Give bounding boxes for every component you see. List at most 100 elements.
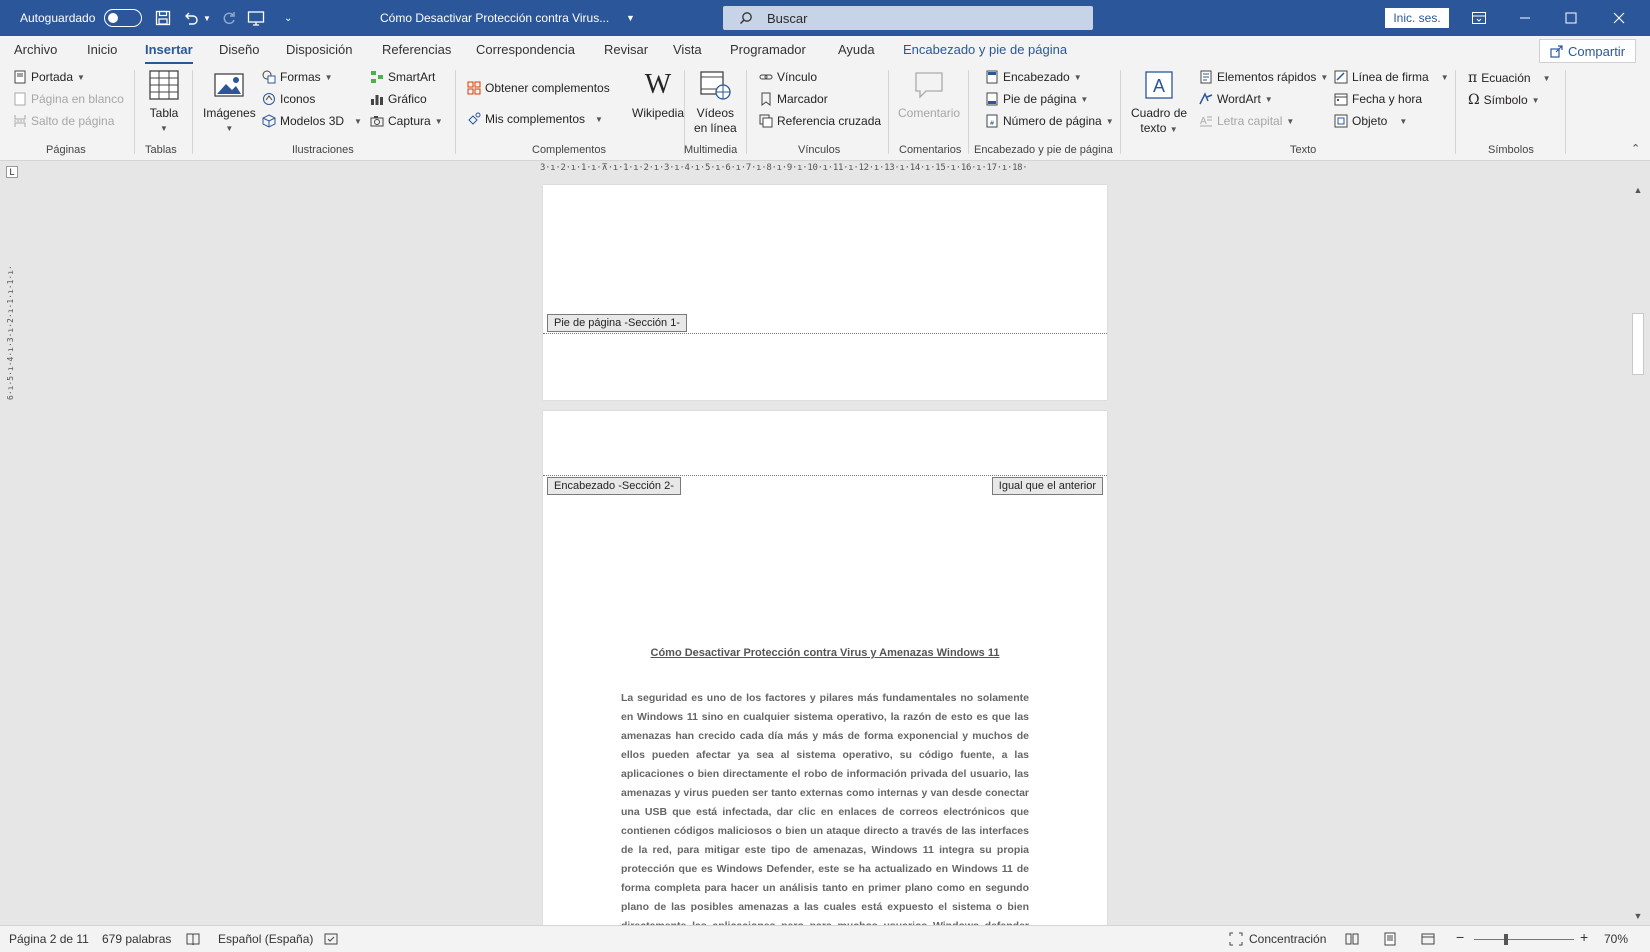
linea-de-firma-button[interactable]: Línea de firma ▼ bbox=[1334, 70, 1449, 84]
tabla-button[interactable]: Tabla ▼ bbox=[147, 68, 181, 136]
horizontal-ruler[interactable]: 3·ı·2·ı·1·ı·⊼·ı·1·ı·2·ı·3·ı·4·ı·5·ı·6·ı·… bbox=[540, 163, 1104, 177]
zoom-slider-thumb[interactable] bbox=[1504, 934, 1508, 945]
wordart-button[interactable]: WordArt ▼ bbox=[1199, 92, 1273, 106]
scrollbar-thumb[interactable] bbox=[1632, 313, 1644, 375]
customize-qat-icon[interactable]: ⌄ bbox=[284, 0, 292, 36]
elementos-rapidos-button[interactable]: Elementos rápidos ▼ bbox=[1199, 70, 1328, 84]
captura-button[interactable]: Captura ▼ bbox=[370, 114, 443, 128]
videos-en-linea-button[interactable]: Vídeos en línea bbox=[694, 68, 737, 136]
language[interactable]: Español (España) bbox=[218, 932, 313, 946]
page-1[interactable]: Pie de página -Sección 1- bbox=[543, 185, 1107, 400]
tab-selector[interactable]: L bbox=[6, 166, 18, 178]
mis-complementos-button[interactable]: Mis complementos ▼ bbox=[467, 112, 603, 126]
formas-label: Formas bbox=[280, 70, 321, 84]
simbolo-button[interactable]: Ω Símbolo ▼ bbox=[1468, 92, 1540, 108]
undo-icon[interactable] bbox=[183, 0, 199, 36]
encabezado-button[interactable]: Encabezado ▼ bbox=[985, 70, 1082, 84]
focus-label: Concentración bbox=[1249, 932, 1327, 946]
present-icon[interactable] bbox=[247, 0, 265, 36]
zoom-out-icon[interactable]: − bbox=[1456, 929, 1464, 945]
tab-encabezado-pie[interactable]: Encabezado y pie de página bbox=[903, 42, 1067, 57]
focus-button[interactable]: Concentración bbox=[1229, 932, 1326, 946]
videos-label-2: en línea bbox=[694, 121, 737, 135]
referencia-cruzada-button[interactable]: Referencia cruzada bbox=[759, 114, 881, 128]
numero-de-pagina-button[interactable]: # Número de página ▼ bbox=[985, 114, 1114, 128]
ribbon-separator bbox=[968, 70, 969, 154]
online-video-icon bbox=[700, 71, 731, 100]
print-layout-icon[interactable] bbox=[1383, 932, 1397, 946]
fecha-y-hora-label: Fecha y hora bbox=[1352, 92, 1423, 106]
objeto-button[interactable]: Objeto ▼ bbox=[1334, 114, 1407, 128]
title-dropdown-icon[interactable]: ▼ bbox=[626, 0, 635, 36]
vinculo-button[interactable]: Vínculo bbox=[759, 70, 817, 84]
smartart-button[interactable]: SmartArt bbox=[370, 70, 435, 84]
page-count[interactable]: Página 2 de 11 bbox=[9, 932, 89, 946]
signin-button[interactable]: Inic. ses. bbox=[1385, 8, 1449, 28]
wikipedia-button[interactable]: W Wikipedia bbox=[632, 68, 684, 121]
imagenes-button[interactable]: Imágenes ▼ bbox=[203, 68, 256, 136]
iconos-button[interactable]: Iconos bbox=[262, 92, 315, 106]
fecha-y-hora-button[interactable]: Fecha y hora bbox=[1334, 92, 1422, 106]
tab-revisar[interactable]: Revisar bbox=[604, 42, 648, 57]
search-placeholder: Buscar bbox=[767, 10, 808, 26]
salto-de-pagina-button[interactable]: Salto de página bbox=[13, 114, 114, 128]
autosave-toggle[interactable] bbox=[104, 0, 142, 36]
scroll-down-icon[interactable]: ▼ bbox=[1630, 911, 1646, 925]
group-label-complementos: Complementos bbox=[532, 144, 606, 156]
document-heading[interactable]: Cómo Desactivar Protección contra Virus … bbox=[543, 647, 1107, 659]
share-label: Compartir bbox=[1567, 43, 1626, 59]
scroll-up-icon[interactable]: ▲ bbox=[1630, 185, 1646, 199]
signature-line-icon bbox=[1334, 70, 1348, 84]
vertical-ruler[interactable]: 6·ı·5·ı·4·ı·3·ı·2·ı·1·ı·1·ı· bbox=[6, 185, 18, 400]
marcador-button[interactable]: Marcador bbox=[759, 92, 828, 106]
tab-archivo[interactable]: Archivo bbox=[14, 42, 57, 57]
vertical-scrollbar[interactable]: ▲ ▼ bbox=[1630, 185, 1646, 925]
obtener-complementos-button[interactable]: Obtener complementos bbox=[467, 81, 610, 95]
tab-insertar[interactable]: Insertar bbox=[145, 42, 193, 65]
menu-bar: Archivo Inicio Insertar Diseño Disposici… bbox=[0, 36, 1650, 65]
pie-de-pagina-button[interactable]: Pie de página ▼ bbox=[985, 92, 1088, 106]
tab-diseno[interactable]: Diseño bbox=[219, 42, 259, 57]
zoom-in-icon[interactable]: + bbox=[1580, 929, 1588, 945]
ecuacion-button[interactable]: π Ecuación ▼ bbox=[1468, 70, 1551, 86]
zoom-slider[interactable] bbox=[1474, 939, 1574, 940]
read-mode-icon[interactable] bbox=[1345, 932, 1359, 946]
undo-dropdown-icon[interactable]: ▼ bbox=[203, 0, 211, 36]
search-box[interactable]: Buscar bbox=[723, 6, 1093, 30]
tab-inicio[interactable]: Inicio bbox=[87, 42, 117, 57]
drop-cap-icon: A bbox=[1200, 116, 1212, 127]
tab-vista[interactable]: Vista bbox=[673, 42, 702, 57]
status-bar: Página 2 de 11 679 palabras Español (Esp… bbox=[0, 925, 1650, 952]
collapse-ribbon-icon[interactable]: ⌃ bbox=[1631, 142, 1640, 155]
tab-disposicion[interactable]: Disposición bbox=[286, 42, 352, 57]
cuadro-de-texto-button[interactable]: A Cuadro de texto ▼ bbox=[1131, 68, 1187, 137]
tab-correspondencia[interactable]: Correspondencia bbox=[476, 42, 575, 57]
portada-button[interactable]: Portada ▼ bbox=[13, 70, 85, 84]
comentario-button[interactable]: Comentario bbox=[898, 68, 960, 121]
minimize-icon[interactable] bbox=[1502, 0, 1548, 36]
page-number-icon: # bbox=[986, 114, 998, 128]
accessibility-icon[interactable] bbox=[324, 932, 338, 946]
letra-capital-button[interactable]: A Letra capital ▼ bbox=[1199, 114, 1294, 128]
document-body-text[interactable]: La seguridad es uno de los factores y pi… bbox=[621, 689, 1029, 952]
formas-button[interactable]: Formas ▼ bbox=[262, 70, 333, 84]
web-layout-icon[interactable] bbox=[1421, 932, 1435, 946]
ribbon-separator bbox=[746, 70, 747, 154]
ribbon-display-options-icon[interactable] bbox=[1456, 0, 1502, 36]
pagina-en-blanco-button[interactable]: Página en blanco bbox=[13, 92, 124, 106]
grafico-button[interactable]: Gráfico bbox=[370, 92, 427, 106]
page-2[interactable]: Encabezado -Sección 2- Igual que el ante… bbox=[543, 411, 1107, 951]
proofing-icon[interactable] bbox=[186, 932, 200, 946]
tab-referencias[interactable]: Referencias bbox=[382, 42, 451, 57]
save-icon[interactable] bbox=[155, 0, 171, 36]
zoom-level[interactable]: 70% bbox=[1604, 932, 1628, 946]
tab-programador[interactable]: Programador bbox=[730, 42, 806, 57]
tab-ayuda[interactable]: Ayuda bbox=[838, 42, 875, 57]
modelos-3d-button[interactable]: Modelos 3D ▼ bbox=[262, 114, 362, 128]
word-count[interactable]: 679 palabras bbox=[102, 932, 171, 946]
ribbon: Portada ▼ Página en blanco Salto de págin… bbox=[0, 64, 1650, 161]
close-icon[interactable] bbox=[1596, 0, 1642, 36]
share-button[interactable]: Compartir bbox=[1539, 39, 1636, 63]
redo-icon[interactable] bbox=[221, 0, 237, 36]
maximize-icon[interactable] bbox=[1548, 0, 1594, 36]
